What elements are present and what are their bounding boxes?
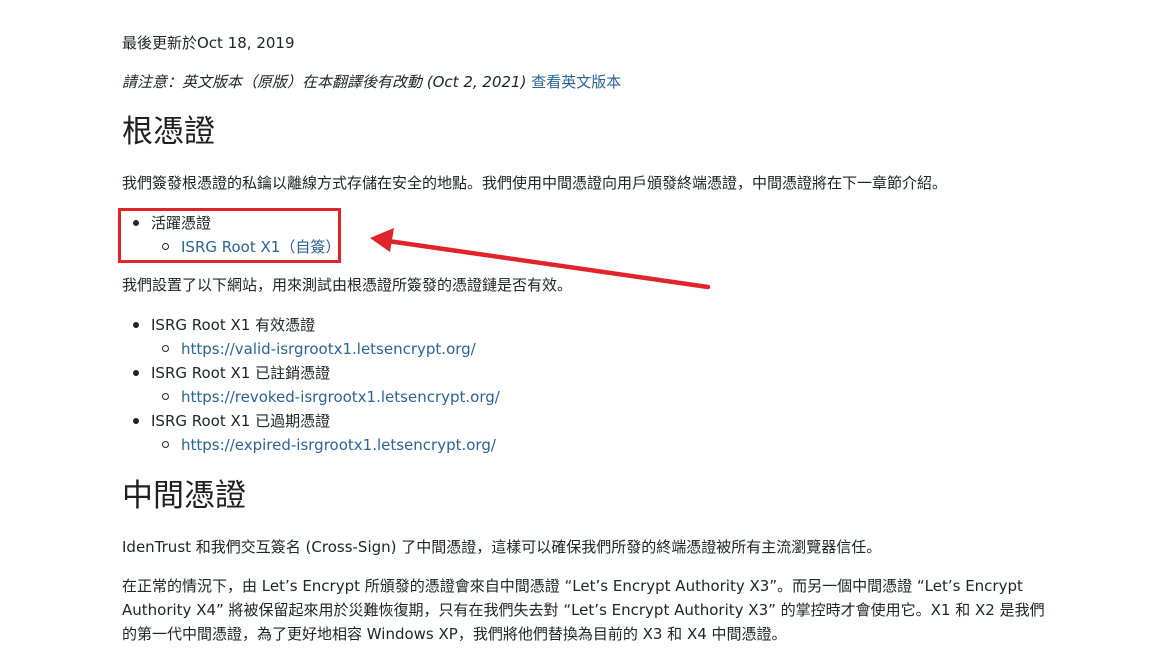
list-item-revoked-url: https://revoked-isrgrootx1.letsencrypt.o… bbox=[151, 385, 500, 409]
cross-sign-paragraph: IdenTrust 和我們交互簽名 (Cross-Sign) 了中間憑證，這樣可… bbox=[122, 538, 882, 556]
test-sites-intro: 我們設置了以下網站，用來測試由根憑證所簽發的憑證鏈是否有效。 bbox=[122, 276, 573, 294]
annotation-highlight-box bbox=[118, 208, 341, 263]
expired-site-link[interactable]: https://expired-isrgrootx1.letsencrypt.o… bbox=[181, 436, 496, 454]
list-item-expired: ISRG Root X1 已過期憑證 https://expired-isrgr… bbox=[122, 409, 500, 457]
list-item-revoked: ISRG Root X1 已註銷憑證 https://revoked-isrgr… bbox=[122, 361, 500, 409]
list-item-expired-url: https://expired-isrgrootx1.letsencrypt.o… bbox=[151, 433, 500, 457]
last-updated-text: 最後更新於Oct 18, 2019 bbox=[122, 34, 295, 52]
list-item-valid: ISRG Root X1 有效憑證 https://valid-isrgroot… bbox=[122, 313, 500, 361]
view-english-link[interactable]: 查看英文版本 bbox=[531, 73, 621, 91]
root-certificates-heading: 根憑證 bbox=[122, 114, 215, 150]
intermediate-certificates-heading: 中間憑證 bbox=[122, 478, 246, 514]
revoked-label: ISRG Root X1 已註銷憑證 bbox=[151, 364, 331, 382]
expired-label: ISRG Root X1 已過期憑證 bbox=[151, 412, 331, 430]
root-intro-paragraph: 我們簽發根憑證的私鑰以離線方式存儲在安全的地點。我們使用中間憑證向用戶頒發終端憑… bbox=[122, 174, 948, 192]
test-sites-list: ISRG Root X1 有效憑證 https://valid-isrgroot… bbox=[122, 313, 500, 457]
translation-notice: 請注意：英文版本（原版）在本翻譯後有改動 (Oct 2, 2021) 查看英文版… bbox=[122, 72, 621, 92]
valid-site-link[interactable]: https://valid-isrgrootx1.letsencrypt.org… bbox=[181, 340, 476, 358]
intermediate-details-paragraph: 在正常的情況下，由 Let’s Encrypt 所頒發的憑證會來自中間憑證 “L… bbox=[122, 577, 1045, 643]
valid-label: ISRG Root X1 有效憑證 bbox=[151, 316, 316, 334]
list-item-valid-url: https://valid-isrgrootx1.letsencrypt.org… bbox=[151, 337, 500, 361]
revoked-site-link[interactable]: https://revoked-isrgrootx1.letsencrypt.o… bbox=[181, 388, 500, 406]
notice-text: 請注意：英文版本（原版）在本翻譯後有改動 (Oct 2, 2021) bbox=[122, 73, 532, 91]
